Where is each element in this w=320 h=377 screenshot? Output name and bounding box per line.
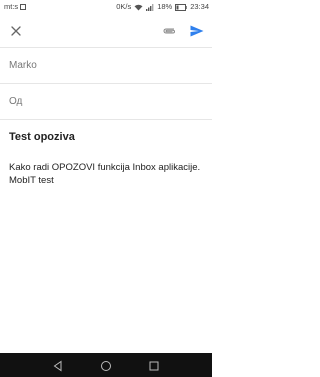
back-button[interactable] (52, 359, 64, 372)
home-button[interactable] (100, 359, 112, 371)
to-field[interactable]: Marko (0, 48, 212, 84)
clock: 23:34 (190, 2, 209, 11)
from-label: Од (9, 96, 23, 107)
signal-icon (146, 3, 154, 11)
from-field[interactable]: Од (0, 84, 212, 120)
back-icon (53, 360, 62, 372)
to-value: Marko (9, 60, 37, 71)
battery-percent: 18% (157, 2, 173, 11)
attach-button[interactable] (160, 22, 178, 40)
status-bar: mt:s 0K/s 18% 23:34 (0, 0, 212, 14)
battery-icon (175, 3, 187, 11)
sim-icon (20, 4, 27, 10)
home-icon (101, 361, 111, 371)
close-button[interactable] (7, 22, 25, 40)
send-button[interactable] (187, 22, 207, 40)
close-icon (11, 26, 21, 36)
carrier-label: mt:s (4, 2, 19, 11)
navigation-bar (0, 353, 212, 377)
status-right: 0K/s 18% 23:34 (116, 0, 209, 14)
recent-apps-icon (149, 361, 159, 371)
wifi-icon (134, 4, 143, 11)
recent-apps-button[interactable] (148, 359, 160, 371)
status-left: mt:s (4, 0, 27, 14)
network-speed: 0K/s (116, 2, 132, 11)
body-field[interactable]: Kako radi OPOZOVI funkcija Inbox aplikac… (9, 161, 204, 187)
subject-field[interactable]: Test opoziva (9, 131, 75, 143)
paperclip-icon (163, 28, 176, 34)
compose-screen: mt:s 0K/s 18% 23:34 Marko Од Test opoziv… (0, 0, 212, 377)
compose-toolbar (0, 14, 212, 48)
send-icon (190, 25, 204, 37)
